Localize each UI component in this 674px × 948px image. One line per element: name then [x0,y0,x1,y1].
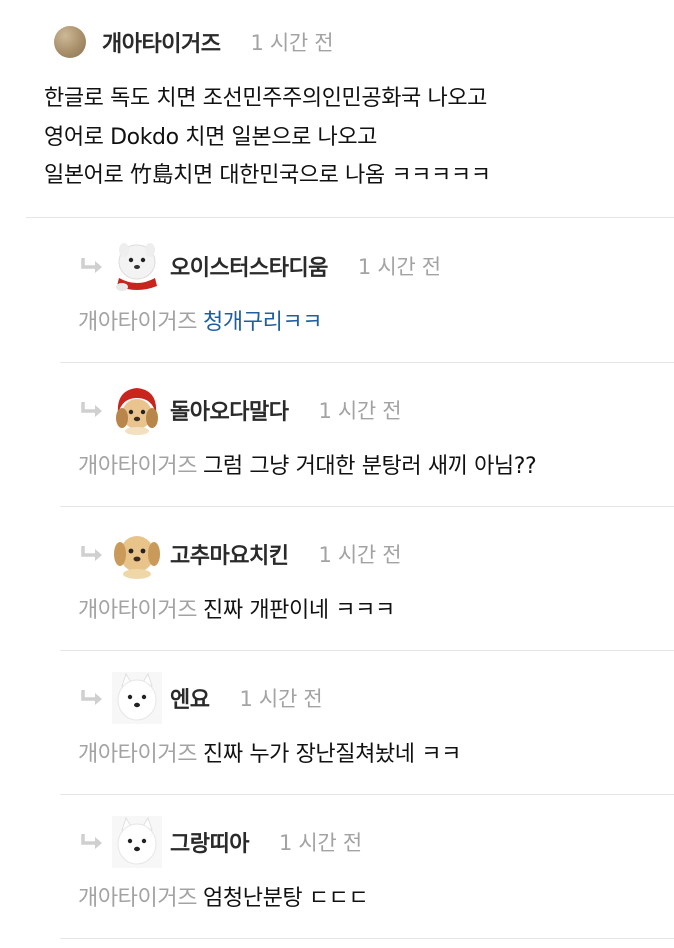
reply-item: 엔요 1 시간 전 개아타이거즈 진짜 누가 장난질쳐놨네 ㅋㅋ [60,650,674,795]
reply-body: 개아타이거즈 진짜 개판이네 ㅋㅋㅋ [78,592,395,624]
reply-time: 1 시간 전 [318,399,402,423]
reply-item: 고추마요치킨 1 시간 전 개아타이거즈 진짜 개판이네 ㅋㅋㅋ [60,506,674,651]
reply-time: 1 시간 전 [278,831,362,855]
reply-text: 청개구리ㅋㅋ [203,310,323,335]
reply-mention[interactable]: 개아타이거즈 [78,598,197,623]
reply-header: 그랑띠아 1 시간 전 [80,816,362,868]
puppy-red-hood-avatar[interactable] [112,384,162,436]
reply-body: 개아타이거즈 진짜 누가 장난질쳐놨네 ㅋㅋ [78,736,461,768]
reply-text: 그럼 그냥 거대한 분탕러 새끼 아님?? [203,454,537,479]
reply-header: 오이스터스타디움 1 시간 전 [80,240,441,292]
reply-arrow-icon [81,546,102,561]
reply-author[interactable]: 그랑띠아 [170,826,249,858]
reply-item: 오이스터스타디움 1 시간 전 개아타이거즈 청개구리ㅋㅋ [60,218,674,363]
reply-mention[interactable]: 개아타이거즈 [78,454,197,479]
reply-mention[interactable]: 개아타이거즈 [78,310,197,335]
reply-text: 엄청난분탕 ㄷㄷㄷ [203,886,369,911]
reply-header: 돌아오다말다 1 시간 전 [80,384,402,436]
reply-body: 개아타이거즈 엄청난분탕 ㄷㄷㄷ [78,880,369,912]
comment-body: 한글로 독도 치면 조선민주주의인민공화국 나오고 영어로 Dokdo 치면 일… [44,80,664,196]
reply-body: 개아타이거즈 그럼 그냥 거대한 분탕러 새끼 아님?? [78,448,537,480]
reply-item: 돌아오다말다 1 시간 전 개아타이거즈 그럼 그냥 거대한 분탕러 새끼 아님?… [60,362,674,507]
reply-text: 진짜 누가 장난질쳐놨네 ㅋㅋ [203,742,461,767]
white-samoyed-avatar[interactable] [112,816,162,868]
reply-author[interactable]: 돌아오다말다 [170,394,289,426]
white-samoyed-avatar[interactable] [112,672,162,724]
comment-author[interactable]: 개아타이거즈 [102,26,221,58]
comment-time: 1 시간 전 [250,31,334,55]
reply-mention[interactable]: 개아타이거즈 [78,742,197,767]
reply-arrow-icon [81,834,102,849]
reply-time: 1 시간 전 [357,255,441,279]
reply-header: 고추마요치킨 1 시간 전 [80,528,402,580]
reply-mention[interactable]: 개아타이거즈 [78,886,197,911]
golden-puppy-avatar[interactable] [112,528,162,580]
reply-author[interactable]: 오이스터스타디움 [170,250,328,282]
reply-text: 진짜 개판이네 ㅋㅋㅋ [203,598,395,623]
reply-time: 1 시간 전 [318,543,402,567]
reply-arrow-icon [81,258,102,273]
comment-header: 개아타이거즈 1 시간 전 [54,24,334,60]
white-dog-red-scarf-avatar[interactable] [112,240,162,292]
avatar[interactable] [54,26,86,58]
comment-line: 일본어로 竹島치면 대한민국으로 나옴 ㅋㅋㅋㅋㅋ [44,163,491,188]
reply-time: 1 시간 전 [239,687,323,711]
reply-author[interactable]: 고추마요치킨 [170,538,289,570]
reply-author[interactable]: 엔요 [170,682,210,714]
reply-item: 그랑띠아 1 시간 전 개아타이거즈 엄청난분탕 ㄷㄷㄷ [60,794,674,939]
comment-line: 한글로 독도 치면 조선민주주의인민공화국 나오고 [44,86,488,111]
reply-arrow-icon [81,402,102,417]
reply-arrow-icon [81,690,102,705]
reply-body: 개아타이거즈 청개구리ㅋㅋ [78,304,322,336]
reply-header: 엔요 1 시간 전 [80,672,323,724]
comment-line: 영어로 Dokdo 치면 일본으로 나오고 [44,124,378,150]
